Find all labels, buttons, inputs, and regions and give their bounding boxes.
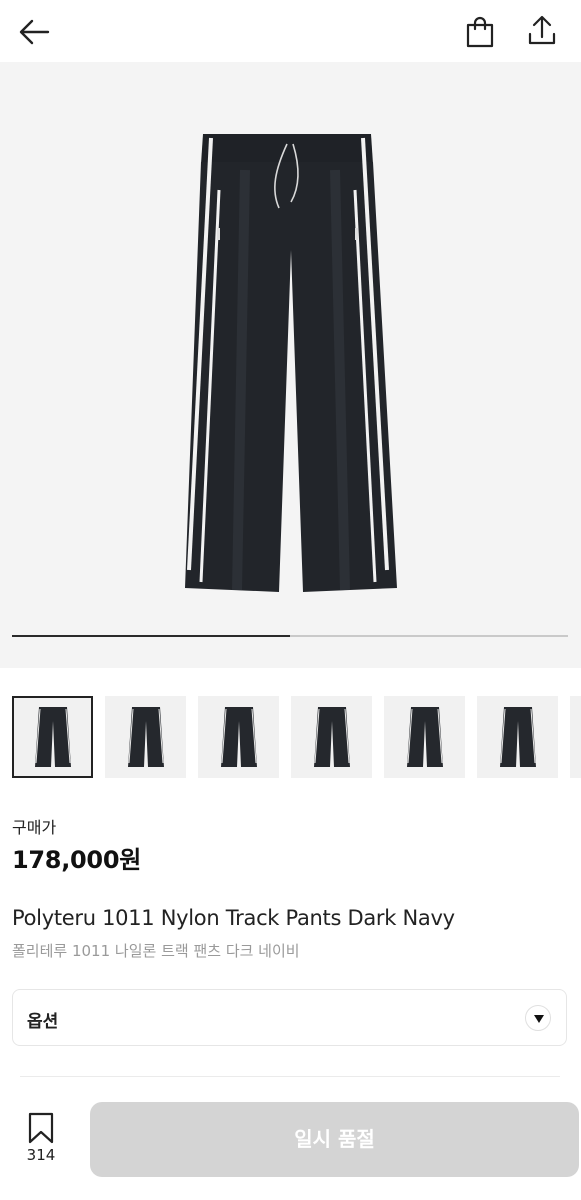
thumbnail-pants-image — [406, 707, 443, 767]
thumbnail-6[interactable] — [477, 696, 558, 778]
chevron-down-icon — [534, 1015, 544, 1023]
bookmark-button[interactable]: 314 — [22, 1112, 60, 1168]
shopping-bag-icon[interactable] — [460, 12, 500, 52]
thumbnail-pants-image — [127, 707, 164, 767]
thumbnail-strip[interactable] — [12, 696, 581, 778]
thumbnail-5[interactable] — [384, 696, 465, 778]
top-bar — [0, 0, 581, 62]
product-title-english: Polyteru 1011 Nylon Track Pants Dark Nav… — [12, 906, 455, 930]
back-arrow-icon[interactable] — [14, 12, 54, 52]
bookmark-count: 314 — [26, 1146, 56, 1164]
thumbnail-pants-image — [313, 707, 350, 767]
gallery-progress-fill — [12, 635, 290, 637]
thumbnail-pants-image — [499, 707, 536, 767]
bottom-action-bar: 314 일시 품절 — [0, 1090, 581, 1200]
section-divider — [20, 1076, 560, 1077]
product-image-track-pants — [185, 134, 397, 592]
thumbnail-7[interactable] — [570, 696, 581, 778]
thumbnail-pants-image — [34, 707, 71, 767]
share-upload-icon[interactable] — [522, 10, 562, 50]
option-select[interactable]: 옵션 — [12, 989, 567, 1046]
price-value: 178,000원 — [12, 846, 141, 874]
thumbnail-3[interactable] — [198, 696, 279, 778]
soldout-button[interactable]: 일시 품절 — [90, 1102, 579, 1177]
price-label: 구매가 — [12, 818, 57, 837]
product-image-gallery[interactable] — [0, 62, 581, 668]
bookmark-icon — [28, 1112, 54, 1144]
thumbnail-pants-image — [220, 707, 257, 767]
option-select-label: 옵션 — [27, 1012, 59, 1032]
thumbnail-2[interactable] — [105, 696, 186, 778]
thumbnail-4[interactable] — [291, 696, 372, 778]
thumbnail-1[interactable] — [12, 696, 93, 778]
gallery-progress-bar — [12, 635, 568, 637]
product-title-korean: 폴리테루 1011 나일론 트랙 팬츠 다크 네이비 — [12, 942, 300, 960]
dropdown-circle[interactable] — [525, 1005, 551, 1031]
